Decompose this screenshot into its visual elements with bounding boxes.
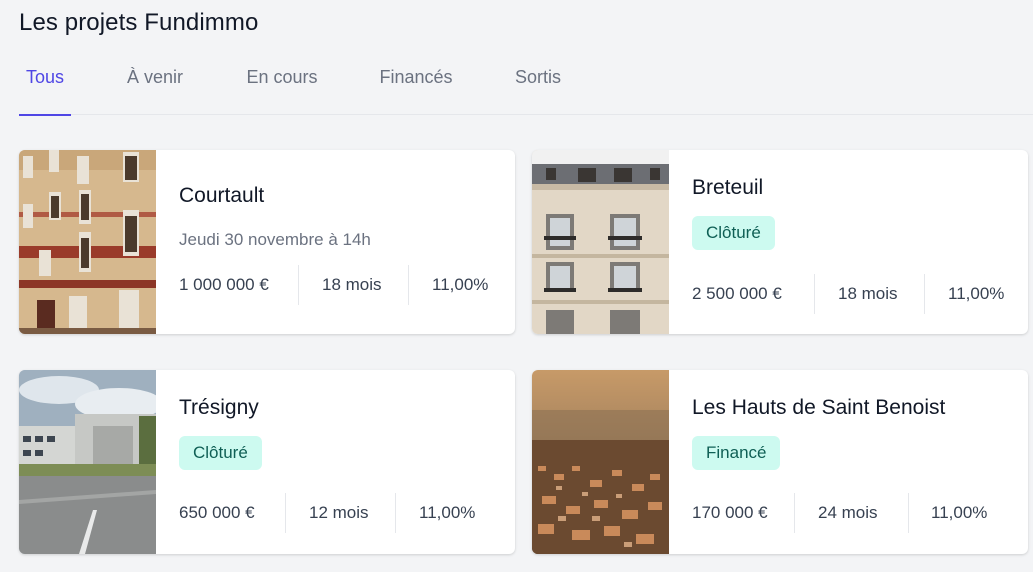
project-name: Les Hauts de Saint Benoist — [692, 396, 946, 419]
project-duration: 12 mois — [309, 503, 369, 522]
tab-tous[interactable]: Tous — [19, 58, 71, 116]
project-photo-les-hauts-de-saint-benoist — [532, 370, 669, 554]
project-amount: 650 000 € — [179, 503, 255, 522]
stat-divider — [298, 265, 299, 305]
stat-divider — [408, 265, 409, 305]
page-title: Les projets Fundimmo — [19, 9, 259, 36]
project-amount: 2 500 000 € — [692, 284, 782, 303]
project-photo-tresigny — [19, 370, 156, 554]
project-card-tresigny[interactable]: Trésigny Clôturé 650 000 € 12 mois 11,00… — [19, 370, 515, 554]
stat-divider — [395, 493, 396, 533]
tab-en-cours[interactable]: En cours — [243, 58, 321, 115]
project-rate: 11,00% — [432, 275, 489, 294]
tab-sortis[interactable]: Sortis — [511, 58, 565, 115]
project-name: Courtault — [179, 184, 265, 207]
project-name: Trésigny — [179, 396, 259, 419]
project-name: Breteuil — [692, 176, 764, 199]
project-stats: 170 000 € 24 mois 11,00% — [692, 493, 1028, 533]
project-amount: 1 000 000 € — [179, 275, 269, 294]
stat-divider — [924, 274, 925, 314]
project-rate: 11,00% — [948, 284, 1005, 303]
project-tabs: Tous À venir En cours Financés Sortis — [19, 58, 1033, 116]
project-stats: 2 500 000 € 18 mois 11,00% — [692, 274, 1028, 314]
project-duration: 24 mois — [818, 503, 878, 522]
project-rate: 11,00% — [419, 503, 476, 522]
project-card-les-hauts-de-saint-benoist[interactable]: Les Hauts de Saint Benoist Financé 170 0… — [532, 370, 1028, 554]
status-badge: Clôturé — [692, 216, 775, 250]
project-photo-courtault — [19, 150, 156, 334]
stat-divider — [794, 493, 795, 533]
project-amount: 170 000 € — [692, 503, 768, 522]
project-stats: 650 000 € 12 mois 11,00% — [179, 493, 515, 533]
project-stats: 1 000 000 € 18 mois 11,00% — [179, 265, 515, 305]
project-duration: 18 mois — [322, 275, 382, 294]
stat-divider — [908, 493, 909, 533]
tab-finances[interactable]: Financés — [376, 58, 456, 115]
project-card-breteuil[interactable]: Breteuil Clôturé 2 500 000 € 18 mois 11,… — [532, 150, 1028, 334]
status-badge: Financé — [692, 436, 781, 470]
tab-a-venir[interactable]: À venir — [121, 58, 189, 115]
stat-divider — [285, 493, 286, 533]
project-photo-breteuil — [532, 150, 669, 334]
project-date: Jeudi 30 novembre à 14h — [179, 230, 371, 249]
status-badge: Clôturé — [179, 436, 262, 470]
project-rate: 11,00% — [931, 503, 988, 522]
project-duration: 18 mois — [838, 284, 898, 303]
stat-divider — [814, 274, 815, 314]
project-card-courtault[interactable]: Courtault Jeudi 30 novembre à 14h 1 000 … — [19, 150, 515, 334]
